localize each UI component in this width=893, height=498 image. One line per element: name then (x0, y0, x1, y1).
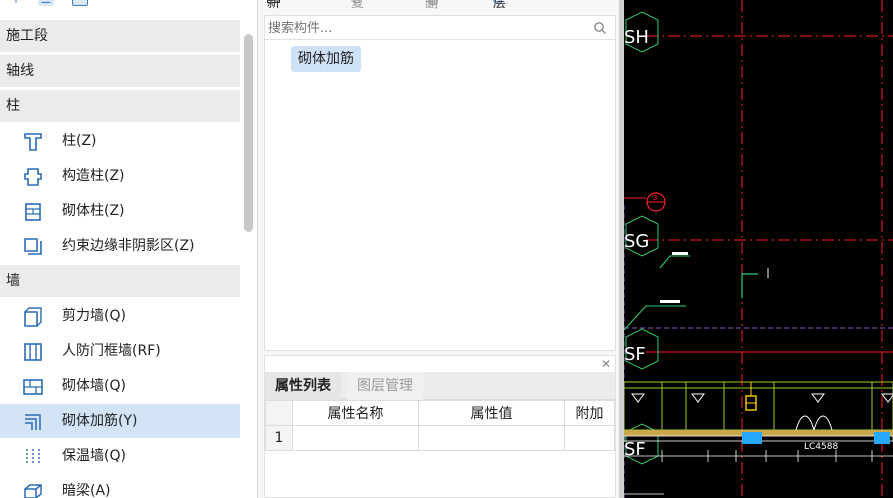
table-row[interactable]: 1 (265, 425, 615, 451)
chevron-down-icon: ▾ (267, 0, 272, 2)
rownum-header (265, 400, 293, 426)
svg-text:3: 3 (653, 194, 657, 202)
tree-item-masonry-wall[interactable]: 砌体墙(Q) (0, 369, 240, 403)
tree-item-shear-wall[interactable]: 剪力墙(Q) (0, 299, 240, 333)
masonry-reinforcement-icon (25, 414, 41, 430)
tree-item-label: 砌体柱(Z) (62, 203, 125, 219)
wave-symbol (795, 415, 833, 432)
tab-property-list[interactable]: 属性列表 (265, 372, 341, 400)
axis-label-sg: SG (624, 215, 659, 257)
tree-item-label: 人防门框墙(RF) (62, 343, 161, 359)
yellow-ref (745, 382, 757, 411)
column-header: 属性名称 (292, 400, 419, 426)
row-number: 1 (265, 425, 293, 451)
tree-item-label: 构造柱(Z) (62, 168, 125, 184)
close-icon[interactable]: ✕ (601, 357, 611, 371)
edge-zone-icon (24, 238, 42, 255)
annotation-mark (672, 252, 688, 255)
tree-item-edge-zone[interactable]: 约束边缘非阴影区(Z) (0, 229, 240, 263)
property-panel: ✕ 属性列表 图层管理 属性名称 属性值 附加 1 (264, 355, 616, 498)
tile-view-icon[interactable] (72, 0, 88, 6)
tree-toolbar: + ☰ (0, 0, 257, 10)
column-header: 属性值 (418, 400, 565, 426)
category-construction-section[interactable]: 施工段 (0, 20, 240, 52)
masonry-wall-icon (23, 379, 43, 395)
component-item[interactable]: 砌体加筋 (291, 46, 361, 72)
beam-label: LC4588 (804, 442, 838, 452)
category-label: 墙 (6, 273, 20, 289)
property-name-cell[interactable] (292, 425, 419, 451)
category-label: 轴线 (6, 63, 34, 79)
search-bar (265, 16, 615, 40)
property-extra-cell[interactable] (564, 425, 615, 451)
svg-text:SF: SF (624, 439, 646, 460)
axis-label-sf: SF (624, 328, 659, 370)
axis-label-sh: SH (624, 11, 659, 53)
more-icon[interactable]: ⋯ (599, 0, 612, 7)
component-toolbar: 新建 ▾ ⧉ 复制 🗑 删除 ⧉ 层间复制 ⋯ (259, 0, 621, 68)
category-axis[interactable]: 轴线 (0, 55, 240, 87)
tree-item-insulation-wall[interactable]: 保温墙(Q) (0, 439, 240, 473)
hidden-beam-icon (24, 484, 42, 498)
property-tabs: 属性列表 图层管理 (265, 372, 615, 400)
category-label: 柱 (6, 98, 20, 114)
shear-wall-icon (24, 307, 42, 327)
level-symbols (631, 393, 893, 403)
table-header-row: 属性名称 属性值 附加 (265, 400, 615, 426)
tree-item-civil-defense-door-wall[interactable]: 人防门框墙(RF) (0, 334, 240, 368)
civil-defense-door-wall-icon (24, 343, 42, 361)
vertical-dividers (661, 382, 873, 430)
tree-item-label: 砌体加筋(Y) (62, 413, 138, 429)
tree-item-column[interactable]: 柱(Z) (0, 124, 240, 158)
tree-item-construction-column[interactable]: 构造柱(Z) (0, 159, 240, 193)
search-icon[interactable] (593, 21, 607, 35)
tree-item-hidden-beam[interactable]: 暗梁(A) (0, 474, 240, 498)
cad-canvas: SH SG SF SF 3 LC4588 (624, 0, 893, 498)
section-marker: 3 (624, 192, 666, 212)
category-label: 施工段 (6, 28, 48, 44)
svg-text:SH: SH (624, 27, 649, 48)
wall-corner (741, 273, 758, 298)
leader-line (624, 305, 686, 331)
list-view-icon[interactable]: ☰ (38, 0, 54, 6)
search-input[interactable] (268, 18, 588, 38)
svg-text:SF: SF (624, 344, 646, 365)
masonry-column-icon (25, 203, 41, 221)
tree-item-label: 柱(Z) (62, 133, 97, 149)
annotation-mark (660, 300, 680, 303)
tree-item-label: 剪力墙(Q) (62, 308, 126, 324)
tree-item-masonry-reinforcement[interactable]: 砌体加筋(Y) (0, 404, 240, 438)
column-header: 附加 (564, 400, 615, 426)
column-icon (24, 133, 42, 151)
property-value-cell[interactable] (418, 425, 565, 451)
tree-scrollbar[interactable] (244, 34, 253, 232)
category-wall[interactable]: 墙 (0, 265, 240, 297)
tree-item-label: 保温墙(Q) (62, 448, 126, 464)
cad-drawing-view[interactable]: SH SG SF SF 3 LC4588 (624, 0, 893, 498)
add-icon[interactable]: + (8, 0, 24, 6)
elevation-band (624, 381, 893, 431)
column-block (742, 432, 762, 444)
insulation-wall-icon (26, 449, 40, 465)
construction-column-icon (24, 168, 42, 186)
leader-line (659, 255, 690, 269)
component-tree-panel: + ☰ 施工段 轴线 柱 柱(Z) 构造柱(Z) 砌体柱(Z) 约束边缘非阴影区… (0, 0, 258, 498)
tree-item-label: 约束边缘非阴影区(Z) (62, 238, 195, 254)
column-block (874, 432, 890, 444)
category-column[interactable]: 柱 (0, 90, 240, 122)
tab-layer-management[interactable]: 图层管理 (347, 372, 423, 400)
component-list-panel: 新建 ▾ ⧉ 复制 🗑 删除 ⧉ 层间复制 ⋯ 砌体加筋 ✕ 属性列表 图层管理… (259, 0, 621, 498)
svg-text:SG: SG (624, 231, 649, 252)
tree-item-label: 暗梁(A) (62, 483, 111, 498)
component-list: 砌体加筋 (264, 15, 616, 351)
property-table: 属性名称 属性值 附加 1 (265, 400, 615, 451)
tree-item-label: 砌体墙(Q) (62, 378, 126, 394)
tree-item-masonry-column[interactable]: 砌体柱(Z) (0, 194, 240, 228)
